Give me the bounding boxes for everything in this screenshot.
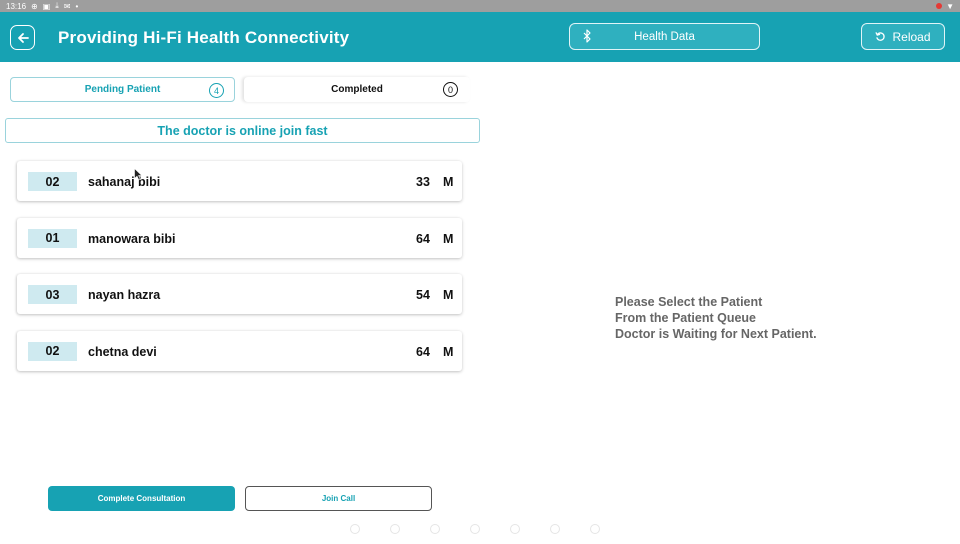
select-patient-message: Please Select the Patient From the Patie…	[615, 294, 817, 342]
complete-consultation-button[interactable]: Complete Consultation	[48, 486, 235, 511]
health-data-button[interactable]: Health Data	[569, 23, 760, 50]
health-data-label: Health Data	[634, 30, 695, 43]
tab-label: Pending Patient	[84, 84, 161, 95]
pending-count-badge: 4	[209, 83, 224, 98]
bluetooth-icon	[583, 29, 591, 43]
tab-completed[interactable]: Completed 0	[244, 77, 470, 102]
patient-queue-list: 02 sahanaj bibi 33 M 01 manowara bibi 64…	[17, 161, 462, 387]
patient-age: 64	[416, 344, 430, 359]
mouse-cursor-icon	[134, 168, 143, 181]
patient-sex: M	[443, 344, 454, 359]
nav-hint-icon	[350, 524, 360, 534]
message-line: Doctor is Waiting for Next Patient.	[615, 327, 817, 341]
arrow-left-icon	[17, 32, 29, 43]
system-status-bar: 13:16 ⊕ ▣ ⤓ ✉ • ▼	[0, 0, 960, 12]
mail-icon: ✉	[63, 1, 71, 11]
patient-age: 54	[416, 288, 430, 302]
patient-age: 64	[416, 231, 430, 246]
doctor-online-notice: The doctor is online join fast	[5, 118, 480, 143]
image-icon: ▣	[42, 1, 51, 11]
status-time: 13:16	[6, 1, 27, 11]
patient-sex: M	[443, 175, 454, 189]
dot-icon: •	[75, 1, 79, 11]
token-number: 02	[28, 172, 77, 191]
nav-hint-icon	[510, 524, 520, 534]
patient-row[interactable]: 02 sahanaj bibi 33 M	[17, 161, 462, 201]
patient-name: nayan hazra	[88, 288, 161, 302]
patient-name: chetna devi	[88, 344, 157, 359]
token-number: 01	[28, 228, 77, 248]
patient-age: 33	[416, 175, 430, 189]
message-line: From the Patient Queue	[615, 311, 756, 325]
patient-name: manowara bibi	[88, 231, 176, 246]
nav-hint-icon	[590, 524, 600, 534]
reload-icon	[875, 32, 886, 41]
patient-row[interactable]: 02 chetna devi 64 M	[17, 330, 462, 371]
nav-hint-icon	[550, 524, 560, 534]
patient-row[interactable]: 03 nayan hazra 54 M	[17, 274, 462, 314]
back-button[interactable]	[10, 25, 35, 50]
join-call-button[interactable]: Join Call	[245, 486, 432, 511]
app-bar: Providing Hi-Fi Health Connectivity Heal…	[0, 12, 960, 62]
patient-sex: M	[443, 231, 454, 246]
reload-label: Reload	[892, 29, 931, 44]
message-line: Please Select the Patient	[615, 295, 763, 309]
app-title: Providing Hi-Fi Health Connectivity	[58, 28, 350, 47]
notification-icon: ⊕	[31, 1, 38, 11]
completed-count-badge: 0	[443, 82, 458, 97]
patient-name: sahanaj bibi	[88, 175, 161, 189]
navigation-hints	[350, 524, 600, 534]
download-icon: ⤓	[55, 1, 59, 10]
patient-row[interactable]: 01 manowara bibi 64 M	[17, 217, 462, 258]
nav-hint-icon	[430, 524, 440, 534]
tab-label: Completed	[331, 84, 383, 95]
nav-hint-icon	[470, 524, 480, 534]
record-icon	[936, 3, 943, 9]
nav-hint-icon	[390, 524, 400, 534]
patient-sex: M	[443, 288, 454, 302]
wifi-icon: ▼	[946, 1, 954, 11]
tab-pending-patient[interactable]: Pending Patient 4	[10, 77, 235, 102]
reload-button[interactable]: Reload	[861, 23, 945, 50]
token-number: 03	[28, 285, 77, 304]
token-number: 02	[28, 341, 77, 361]
